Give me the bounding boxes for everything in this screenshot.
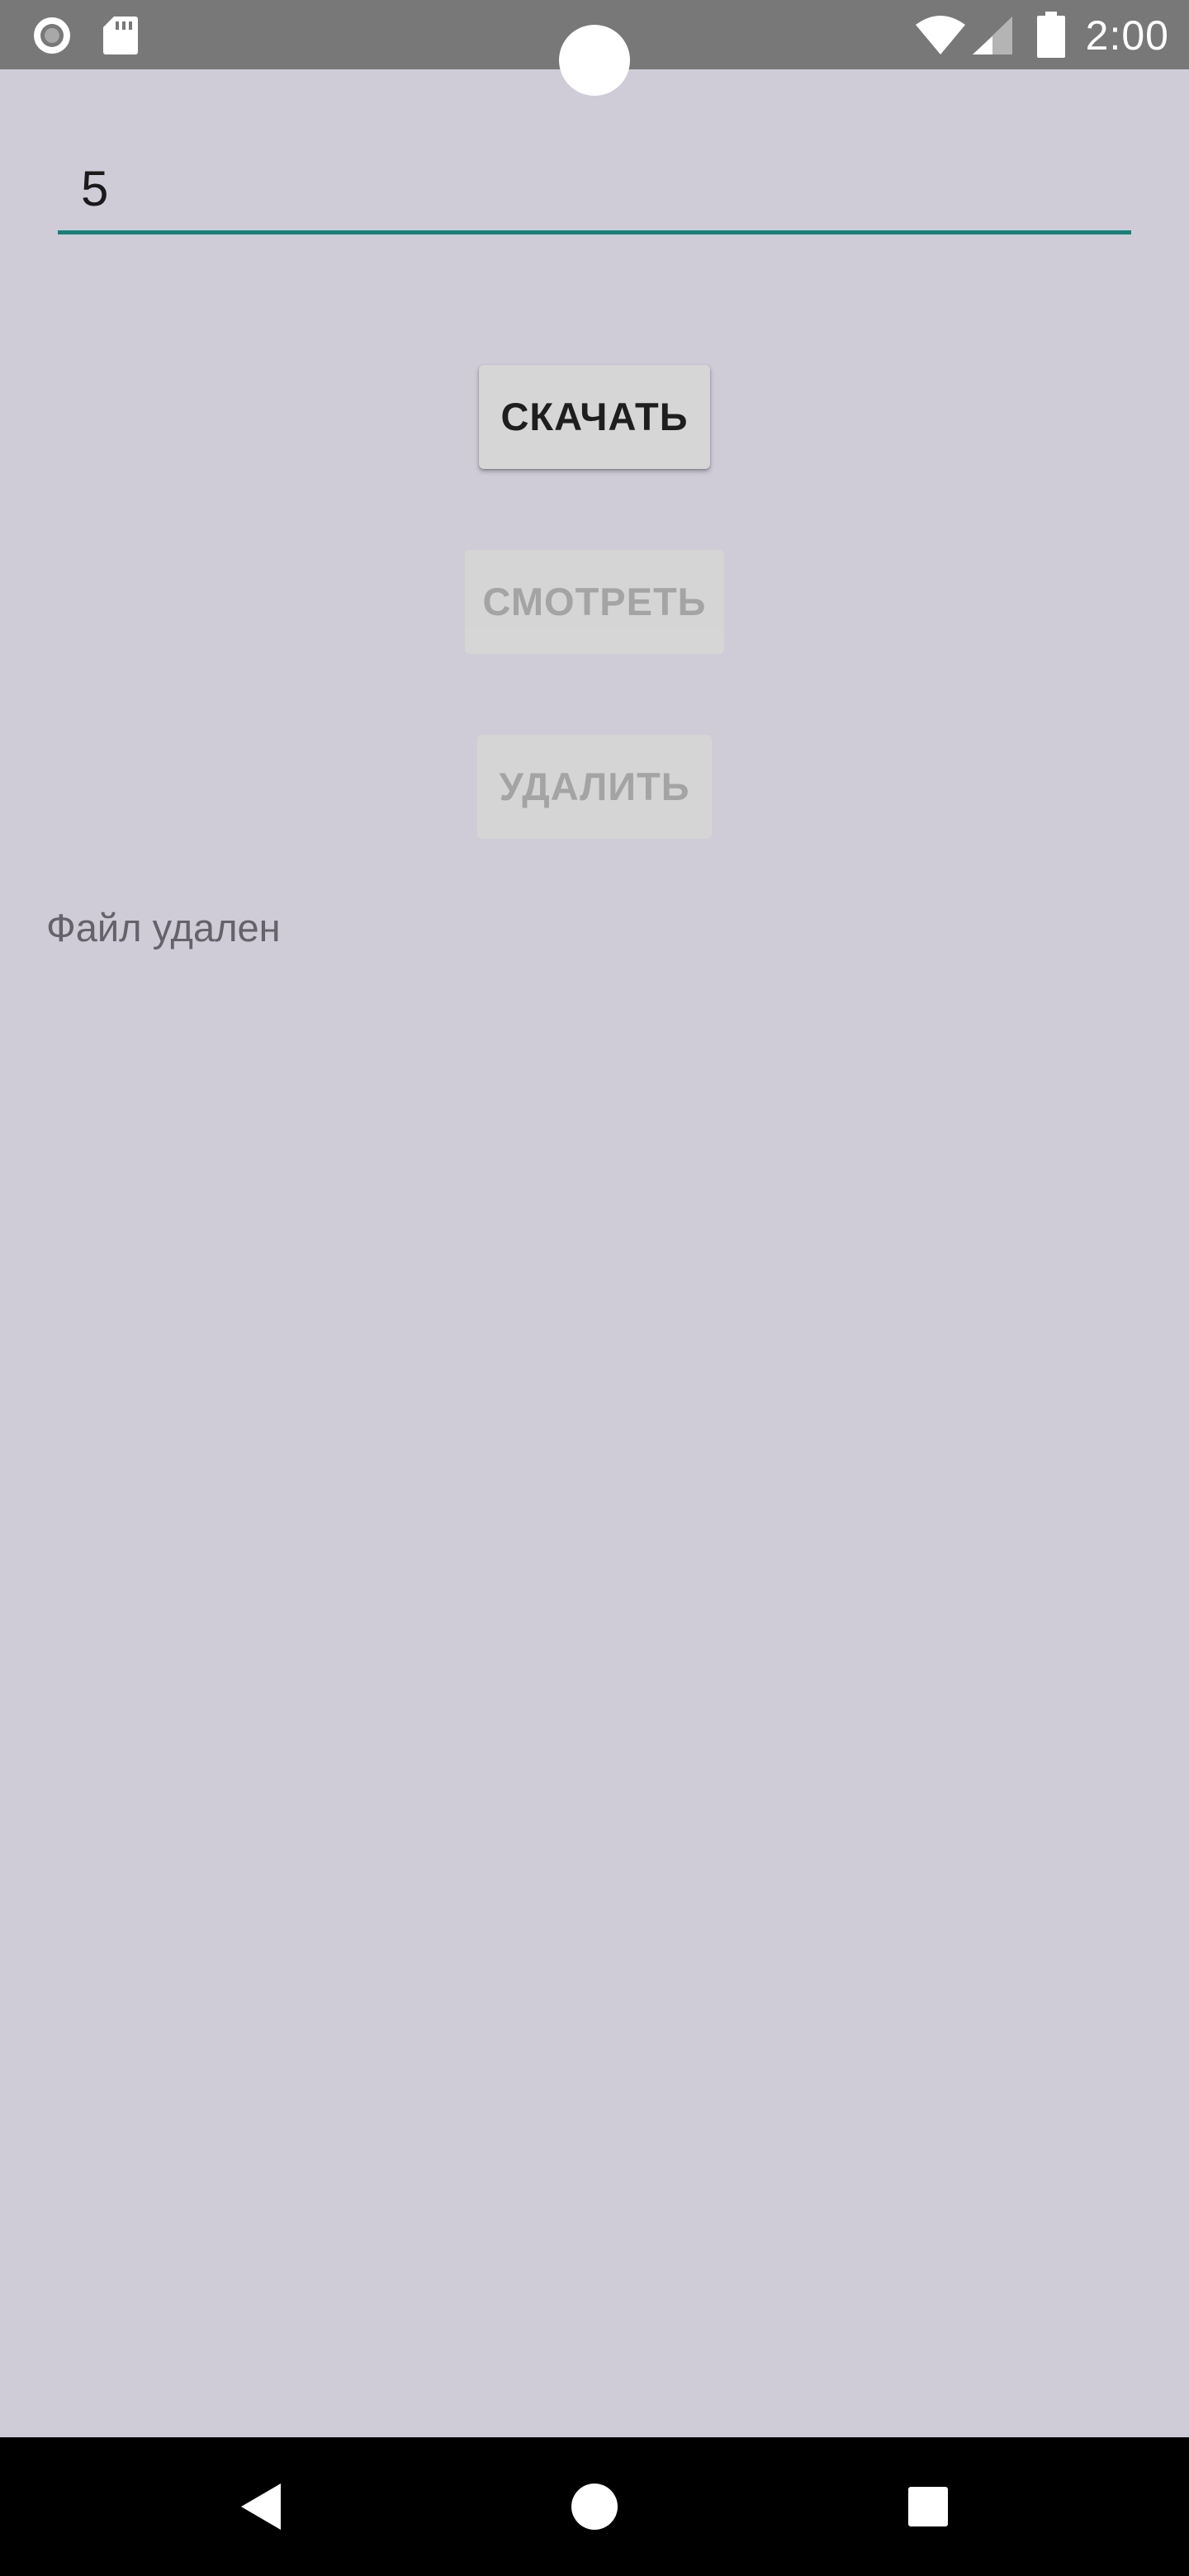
- clock: 2:00: [1085, 12, 1169, 59]
- record-icon: [34, 17, 70, 54]
- status-message: Файл удален: [46, 906, 281, 949]
- view-button[interactable]: СМОТРЕТЬ: [465, 550, 724, 654]
- home-icon[interactable]: [528, 2437, 661, 2576]
- camera-cutout: [559, 25, 630, 96]
- cell-signal-icon: [973, 17, 1012, 54]
- battery-icon: [1037, 12, 1065, 58]
- back-icon[interactable]: [195, 2437, 327, 2576]
- number-input[interactable]: [58, 147, 1131, 234]
- sd-card-icon: [103, 17, 138, 54]
- download-button[interactable]: СКАЧАТЬ: [479, 365, 710, 469]
- delete-button[interactable]: УДАЛИТЬ: [477, 735, 712, 839]
- wifi-icon: [916, 16, 965, 54]
- recents-icon[interactable]: [862, 2437, 994, 2576]
- navigation-bar: [0, 2437, 1189, 2576]
